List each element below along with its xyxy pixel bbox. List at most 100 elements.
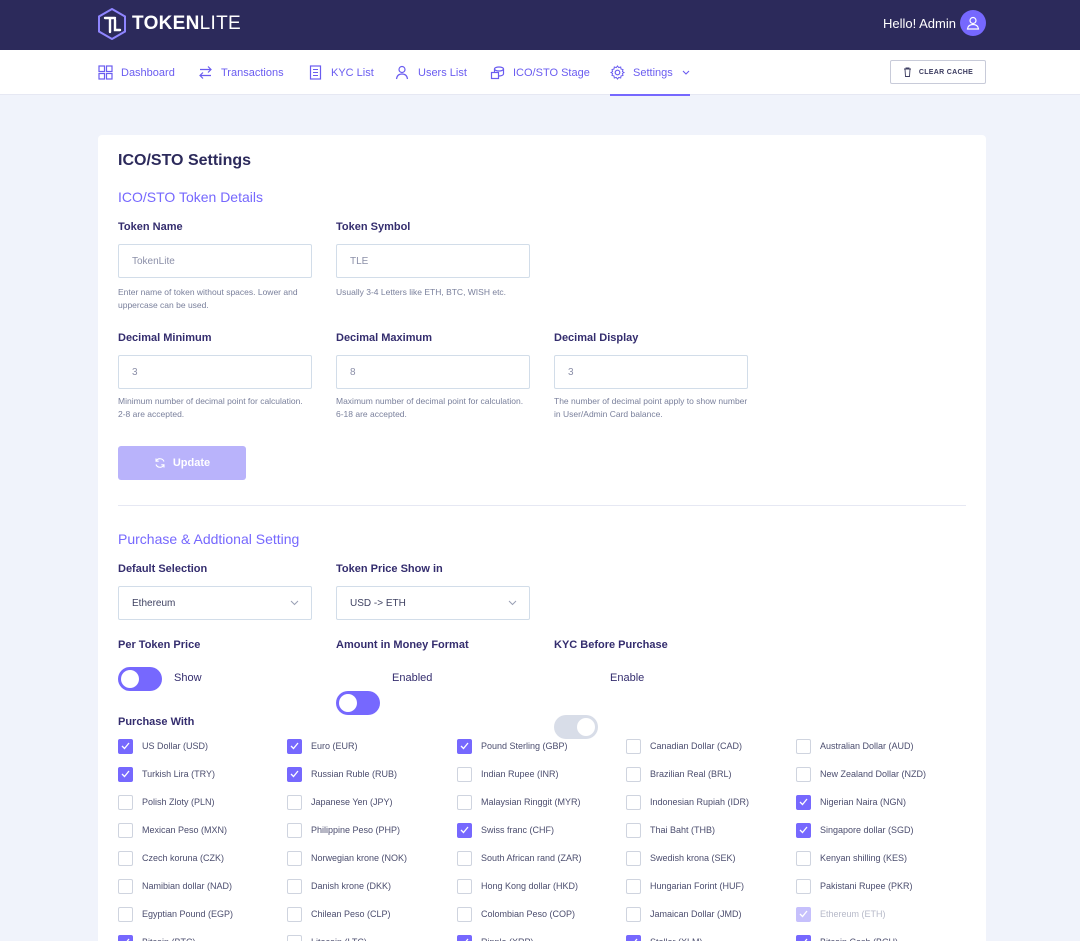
currency-checkbox-item[interactable]: Japanese Yen (JPY)	[287, 794, 393, 810]
currency-checkbox-item[interactable]: Jamaican Dollar (JMD)	[626, 906, 742, 922]
currency-checkbox-item[interactable]: Indonesian Rupiah (IDR)	[626, 794, 749, 810]
brand-logo[interactable]: TOKENLITE	[98, 8, 241, 40]
checkbox[interactable]	[118, 794, 133, 810]
decimal-max-input[interactable]: 8	[336, 355, 530, 389]
decimal-min-input[interactable]: 3	[118, 355, 312, 389]
checkbox[interactable]	[796, 906, 811, 922]
checkbox[interactable]	[287, 878, 302, 894]
checkbox[interactable]	[626, 822, 641, 838]
checkbox[interactable]	[118, 822, 133, 838]
currency-checkbox-item[interactable]: Turkish Lira (TRY)	[118, 766, 215, 782]
checkbox[interactable]	[796, 850, 811, 866]
checkbox[interactable]	[287, 934, 302, 941]
currency-checkbox-item[interactable]: Euro (EUR)	[287, 738, 358, 754]
nav-item-users-list[interactable]: Users List	[395, 50, 467, 95]
currency-checkbox-item[interactable]: Singapore dollar (SGD)	[796, 822, 914, 838]
currency-checkbox-item[interactable]: Hungarian Forint (HUF)	[626, 878, 744, 894]
checkbox[interactable]	[626, 878, 641, 894]
currency-checkbox-item[interactable]: Pakistani Rupee (PKR)	[796, 878, 913, 894]
checkbox[interactable]	[796, 878, 811, 894]
nav-item-transactions[interactable]: Transactions	[198, 50, 284, 95]
token-price-show-select[interactable]: USD -> ETH	[336, 586, 530, 620]
default-selection-select[interactable]: Ethereum	[118, 586, 312, 620]
checkbox[interactable]	[457, 878, 472, 894]
money-format-toggle[interactable]	[336, 691, 380, 715]
decimal-display-input[interactable]: 3	[554, 355, 748, 389]
token-symbol-input[interactable]: TLE	[336, 244, 530, 278]
currency-checkbox-item[interactable]: Brazilian Real (BRL)	[626, 766, 732, 782]
currency-checkbox-item[interactable]: Swedish krona (SEK)	[626, 850, 736, 866]
checkbox[interactable]	[118, 766, 133, 782]
checkbox[interactable]	[287, 822, 302, 838]
currency-checkbox-item[interactable]: Kenyan shilling (KES)	[796, 850, 907, 866]
checkbox[interactable]	[457, 906, 472, 922]
nav-item-kyc-list[interactable]: KYC List	[308, 50, 374, 95]
currency-checkbox-item[interactable]: Namibian dollar (NAD)	[118, 878, 232, 894]
checkbox[interactable]	[457, 934, 472, 941]
currency-checkbox-item[interactable]: Philippine Peso (PHP)	[287, 822, 400, 838]
clear-cache-button[interactable]: CLEAR CACHE	[890, 60, 986, 84]
checkbox[interactable]	[287, 850, 302, 866]
checkbox[interactable]	[118, 850, 133, 866]
checkbox[interactable]	[796, 738, 811, 754]
currency-checkbox-item[interactable]: Mexican Peso (MXN)	[118, 822, 227, 838]
currency-checkbox-item[interactable]: Czech koruna (CZK)	[118, 850, 224, 866]
checkbox[interactable]	[626, 934, 641, 941]
currency-checkbox-item[interactable]: Bitcoin Cash (BCH)	[796, 934, 898, 941]
checkbox[interactable]	[626, 766, 641, 782]
checkbox[interactable]	[287, 738, 302, 754]
currency-checkbox-item[interactable]: Hong Kong dollar (HKD)	[457, 878, 578, 894]
currency-checkbox-item[interactable]: Norwegian krone (NOK)	[287, 850, 407, 866]
currency-checkbox-item[interactable]: US Dollar (USD)	[118, 738, 208, 754]
checkbox[interactable]	[118, 906, 133, 922]
nav-item-settings[interactable]: Settings	[610, 50, 690, 96]
checkbox[interactable]	[457, 822, 472, 838]
checkbox[interactable]	[287, 766, 302, 782]
checkbox[interactable]	[796, 766, 811, 782]
checkbox[interactable]	[457, 850, 472, 866]
currency-checkbox-item[interactable]: Malaysian Ringgit (MYR)	[457, 794, 581, 810]
checkbox[interactable]	[287, 794, 302, 810]
checkbox[interactable]	[457, 794, 472, 810]
checkbox[interactable]	[118, 878, 133, 894]
currency-checkbox-item[interactable]: Ethereum (ETH)	[796, 906, 886, 922]
checkbox[interactable]	[626, 906, 641, 922]
currency-checkbox-item[interactable]: Danish krone (DKK)	[287, 878, 391, 894]
checkbox[interactable]	[118, 934, 133, 941]
currency-checkbox-item[interactable]: Nigerian Naira (NGN)	[796, 794, 906, 810]
currency-checkbox-item[interactable]: Colombian Peso (COP)	[457, 906, 575, 922]
currency-checkbox-item[interactable]: Indian Rupee (INR)	[457, 766, 559, 782]
currency-checkbox-item[interactable]: Stellar (XLM)	[626, 934, 703, 941]
checkbox[interactable]	[457, 738, 472, 754]
checkbox[interactable]	[796, 822, 811, 838]
token-name-input[interactable]: TokenLite	[118, 244, 312, 278]
currency-checkbox-item[interactable]: Ripple (XRP)	[457, 934, 534, 941]
currency-checkbox-item[interactable]: Russian Ruble (RUB)	[287, 766, 397, 782]
user-avatar[interactable]	[960, 10, 986, 36]
checkbox[interactable]	[626, 794, 641, 810]
currency-checkbox-item[interactable]: Australian Dollar (AUD)	[796, 738, 914, 754]
nav-item-ico-sto-stage[interactable]: ICO/STO Stage	[490, 50, 590, 95]
currency-checkbox-item[interactable]: South African rand (ZAR)	[457, 850, 582, 866]
checkbox[interactable]	[457, 766, 472, 782]
checkbox[interactable]	[796, 794, 811, 810]
checkbox[interactable]	[287, 906, 302, 922]
checkbox[interactable]	[118, 738, 133, 754]
update-button[interactable]: Update	[118, 446, 246, 480]
currency-checkbox-item[interactable]: Polish Zloty (PLN)	[118, 794, 215, 810]
kyc-before-purchase-toggle[interactable]	[554, 715, 598, 739]
checkbox[interactable]	[626, 850, 641, 866]
nav-item-dashboard[interactable]: Dashboard	[98, 50, 175, 95]
checkbox[interactable]	[626, 738, 641, 754]
currency-checkbox-item[interactable]: Canadian Dollar (CAD)	[626, 738, 742, 754]
currency-checkbox-item[interactable]: Chilean Peso (CLP)	[287, 906, 391, 922]
currency-checkbox-item[interactable]: Bitcoin (BTC)	[118, 934, 196, 941]
currency-checkbox-item[interactable]: Egyptian Pound (EGP)	[118, 906, 233, 922]
currency-checkbox-item[interactable]: Swiss franc (CHF)	[457, 822, 554, 838]
checkbox[interactable]	[796, 934, 811, 941]
currency-checkbox-item[interactable]: Pound Sterling (GBP)	[457, 738, 568, 754]
currency-checkbox-item[interactable]: Litecoin (LTC)	[287, 934, 367, 941]
currency-checkbox-item[interactable]: Thai Baht (THB)	[626, 822, 715, 838]
per-token-price-toggle[interactable]	[118, 667, 162, 691]
currency-checkbox-item[interactable]: New Zealand Dollar (NZD)	[796, 766, 926, 782]
